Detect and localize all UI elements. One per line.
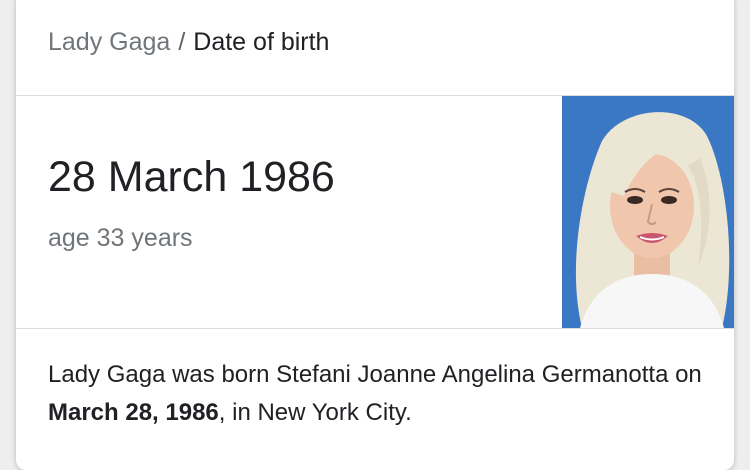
- description-part-2: , in New York City.: [218, 399, 412, 426]
- middle-divider: [16, 328, 734, 329]
- answer-value: 28 March 1986: [48, 153, 335, 201]
- breadcrumb: Lady Gaga / Date of birth: [48, 28, 329, 57]
- breadcrumb-entity-link[interactable]: Lady Gaga: [48, 28, 170, 56]
- person-portrait-icon: [562, 96, 734, 328]
- breadcrumb-separator: /: [178, 28, 186, 56]
- breadcrumb-attribute: Date of birth: [193, 28, 330, 56]
- answer-subtext: age 33 years: [48, 224, 193, 252]
- person-photo[interactable]: [562, 96, 734, 328]
- description-bold-date: March 28, 1986: [48, 399, 219, 426]
- knowledge-card: Lady Gaga / Date of birth 28 March 1986 ag…: [16, 0, 734, 470]
- description-text: Lady Gaga was born Stefani Joanne Angeli…: [48, 356, 708, 432]
- description-part-1: Lady Gaga was born Stefani Joanne Angeli…: [48, 361, 702, 388]
